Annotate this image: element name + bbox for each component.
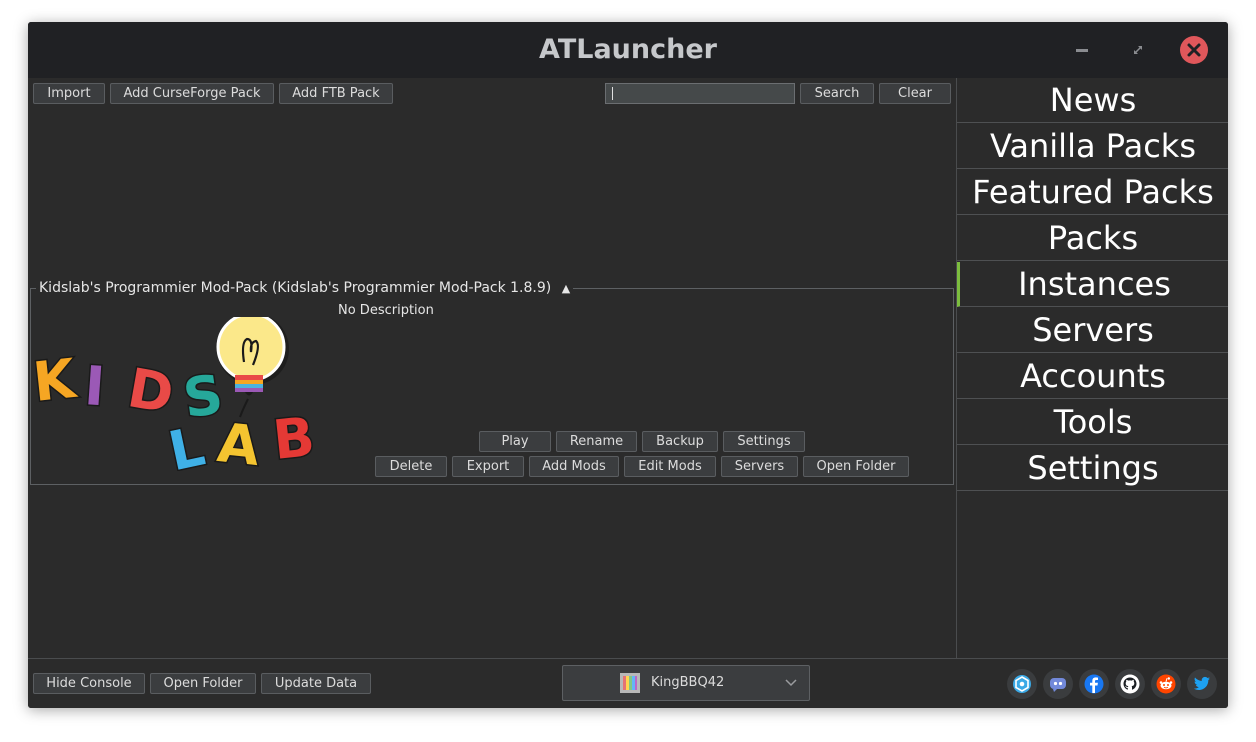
facebook-icon xyxy=(1084,674,1104,694)
reddit-icon xyxy=(1156,674,1176,694)
clear-button[interactable]: Clear xyxy=(879,83,951,104)
export-button[interactable]: Export xyxy=(452,456,524,477)
collapse-arrow-icon[interactable]: ▲ xyxy=(562,282,570,295)
hide-console-button[interactable]: Hide Console xyxy=(33,673,145,694)
discord-link[interactable] xyxy=(1043,669,1073,699)
github-link[interactable] xyxy=(1115,669,1145,699)
tab-featured-packs[interactable]: Featured Packs xyxy=(957,170,1228,215)
tab-packs[interactable]: Packs xyxy=(957,216,1228,261)
minimize-button[interactable] xyxy=(1068,36,1096,64)
instance-servers-button[interactable]: Servers xyxy=(721,456,798,477)
search-button[interactable]: Search xyxy=(800,83,874,104)
reddit-link[interactable] xyxy=(1151,669,1181,699)
instance-settings-button[interactable]: Settings xyxy=(723,431,805,452)
logo-letter-d: D xyxy=(123,356,178,426)
maximize-icon xyxy=(1134,46,1142,54)
instance-card: Kidslab's Programmier Mod-Pack (Kidslab'… xyxy=(30,278,954,485)
close-icon xyxy=(1187,43,1201,57)
tab-news[interactable]: News xyxy=(957,78,1228,123)
bottom-bar: Hide Console Open Folder Update Data Kin… xyxy=(28,658,1228,708)
tab-accounts[interactable]: Accounts xyxy=(957,354,1228,399)
search-input[interactable] xyxy=(605,83,795,104)
nodecraft-icon xyxy=(1013,675,1031,693)
kidslab-logo-image: K I D S L A B xyxy=(33,317,319,471)
app-window: ATLauncher Import Add CurseForge Pack Ad… xyxy=(28,22,1228,708)
account-selector[interactable]: KingBBQ42 xyxy=(562,665,810,701)
tab-tools[interactable]: Tools xyxy=(957,400,1228,445)
logo-letter-b: B xyxy=(270,405,318,471)
edit-mods-button[interactable]: Edit Mods xyxy=(624,456,716,477)
nodecraft-link[interactable] xyxy=(1007,669,1037,699)
account-avatar-icon xyxy=(620,673,640,693)
tab-vanilla-packs[interactable]: Vanilla Packs xyxy=(957,124,1228,169)
open-folder-button[interactable]: Open Folder xyxy=(150,673,256,694)
text-caret xyxy=(612,87,613,100)
title-bar[interactable]: ATLauncher xyxy=(28,22,1228,78)
tab-instances[interactable]: Instances xyxy=(957,262,1228,307)
add-ftb-pack-button[interactable]: Add FTB Pack xyxy=(279,83,393,104)
twitter-icon xyxy=(1193,676,1210,690)
tab-settings[interactable]: Settings xyxy=(957,446,1228,491)
instance-title-text: Kidslab's Programmier Mod-Pack (Kidslab'… xyxy=(39,280,552,296)
add-curseforge-pack-button[interactable]: Add CurseForge Pack xyxy=(110,83,274,104)
rename-button[interactable]: Rename xyxy=(556,431,637,452)
close-button[interactable] xyxy=(1180,36,1208,64)
discord-icon xyxy=(1050,678,1066,692)
add-mods-button[interactable]: Add Mods xyxy=(529,456,619,477)
update-data-button[interactable]: Update Data xyxy=(261,673,371,694)
facebook-link[interactable] xyxy=(1079,669,1109,699)
instance-title[interactable]: Kidslab's Programmier Mod-Pack (Kidslab'… xyxy=(36,278,574,299)
twitter-link[interactable] xyxy=(1187,669,1217,699)
import-button[interactable]: Import xyxy=(33,83,105,104)
backup-button[interactable]: Backup xyxy=(642,431,718,452)
logo-letter-a: A xyxy=(215,411,263,471)
chevron-down-icon xyxy=(785,679,797,687)
account-name: KingBBQ42 xyxy=(651,675,725,690)
delete-button[interactable]: Delete xyxy=(375,456,447,477)
tab-servers[interactable]: Servers xyxy=(957,308,1228,353)
logo-letter-k: K xyxy=(33,347,81,414)
sidebar: News Vanilla Packs Featured Packs Packs … xyxy=(956,78,1228,658)
logo-letter-i: I xyxy=(83,354,107,418)
window-title: ATLauncher xyxy=(539,34,717,65)
play-button[interactable]: Play xyxy=(479,431,551,452)
maximize-button[interactable] xyxy=(1124,36,1152,64)
github-icon xyxy=(1120,674,1140,694)
instance-description: No Description xyxy=(338,303,434,318)
instance-open-folder-button[interactable]: Open Folder xyxy=(803,456,909,477)
lightbulb-icon xyxy=(216,317,289,418)
